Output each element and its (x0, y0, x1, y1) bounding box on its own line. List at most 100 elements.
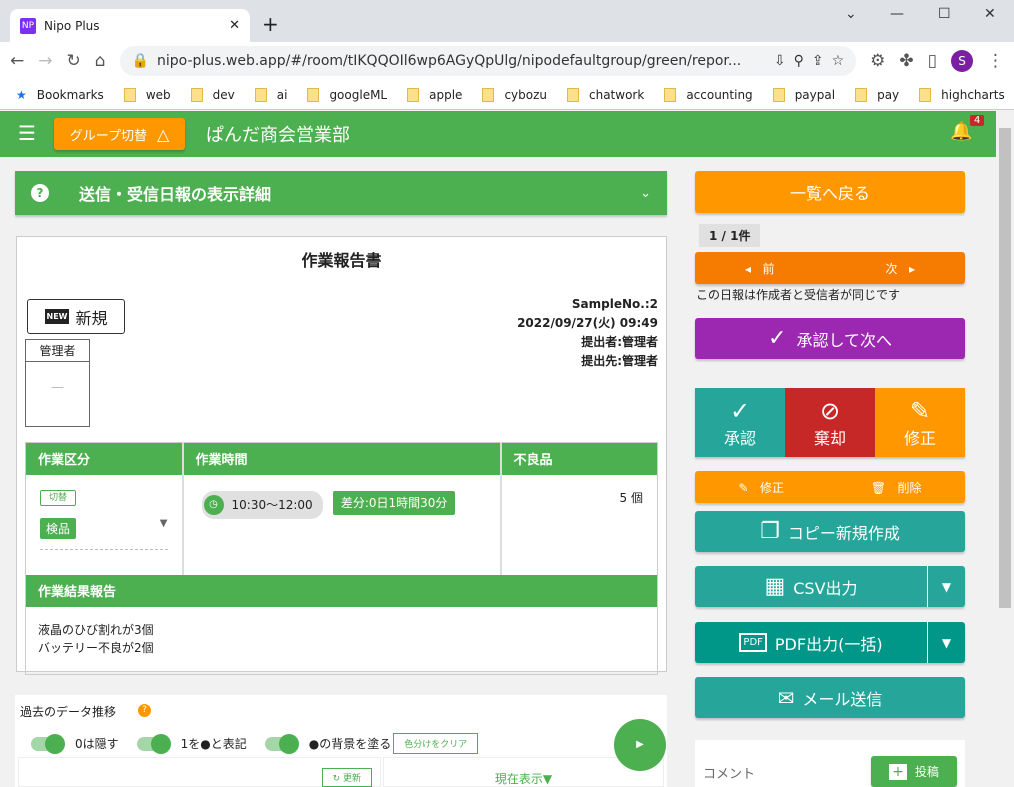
chevron-down-icon[interactable]: ⌄ (640, 186, 651, 201)
puzzle-icon[interactable]: ✤ (899, 51, 913, 71)
approver-stamp-box: 管理者 — (25, 339, 90, 427)
folder-icon (919, 87, 932, 102)
avatar[interactable]: S (951, 50, 973, 72)
csv-dropdown-button[interactable]: ▼ (927, 566, 965, 607)
copy-label: コピー新規作成 (787, 523, 900, 543)
reject-button[interactable]: ⊘ 棄却 (785, 388, 875, 457)
bookmark-item[interactable]: ★ Bookmarks (16, 88, 104, 102)
delete-label: 削除 (897, 480, 922, 495)
toggle-hide-zero[interactable] (31, 733, 65, 754)
minimize-icon[interactable]: — (890, 6, 904, 22)
bookmark-item[interactable]: highcharts (919, 87, 1005, 102)
post-comment-button[interactable]: + 投稿 (871, 756, 957, 787)
extension-gear-icon[interactable]: ⚙ (870, 51, 885, 71)
dropdown-arrow-icon: ▼ (159, 517, 168, 529)
bookmark-label: googleML (329, 87, 388, 102)
next-button[interactable]: 次 ▸ (886, 260, 915, 277)
check-icon: ✓ (768, 326, 787, 351)
time-range: 10:30～12:00 (231, 498, 313, 512)
triangle-icon: △ (156, 124, 170, 144)
pencil-icon: ✎ (738, 480, 749, 495)
approve-button[interactable]: ✓ 承認 (695, 388, 785, 457)
help-icon[interactable]: ? (138, 704, 151, 717)
bookmark-item[interactable]: accounting (664, 87, 753, 102)
bookmark-label: cybozu (504, 87, 547, 102)
help-icon[interactable]: ? (31, 184, 49, 202)
scrollbar-thumb[interactable] (999, 128, 1011, 608)
toggle-fill-bg[interactable] (264, 733, 299, 754)
prev-button[interactable]: ◂ 前 (745, 260, 774, 277)
switch-button[interactable]: 切替 (40, 489, 77, 506)
clear-colors-button[interactable]: 色分けをクリア (393, 733, 479, 754)
bookmark-item[interactable]: paypal (772, 87, 836, 102)
approve-next-button[interactable]: ✓ 承認して次へ (695, 318, 965, 359)
url-input[interactable]: 🔒 nipo-plus.web.app/#/room/tIKQQOIl6wp6A… (119, 46, 857, 76)
post-label: 投稿 (914, 765, 939, 779)
share-icon[interactable]: ⇪ (812, 53, 824, 69)
action-group: ✓ 承認 ⊘ 棄却 ✎ 修正 (695, 388, 965, 457)
reload-icon[interactable]: ↻ (67, 51, 81, 71)
back-to-list-button[interactable]: 一覧へ戻る (695, 171, 965, 213)
group-switch-button[interactable]: グループ切替 △ (54, 118, 185, 150)
star-icon[interactable]: ☆ (832, 53, 845, 69)
folder-icon (407, 87, 420, 102)
send-mail-button[interactable]: ✉ メール送信 (695, 677, 965, 718)
folder-icon (190, 87, 203, 102)
pencil-icon: ✎ (909, 396, 931, 425)
install-icon[interactable]: ⇩ (774, 53, 786, 69)
new-status-badge: NEW 新規 (27, 299, 125, 334)
history-title: 過去のデータ推移 (20, 705, 117, 719)
bookmark-item[interactable]: ai (254, 87, 288, 102)
defects-value: 5 個 (619, 490, 643, 505)
bookmark-item[interactable]: apple (407, 87, 462, 102)
hamburger-menu-icon[interactable]: ☰ (18, 121, 36, 145)
grid-icon: ▦ (764, 574, 786, 599)
delete-button[interactable]: 🗑 削除 (871, 479, 922, 496)
bookmark-item[interactable]: dev (190, 87, 235, 102)
bookmark-label: ai (276, 87, 288, 102)
folder-icon (307, 87, 320, 102)
bookmark-item[interactable]: googleML (307, 87, 388, 102)
home-icon[interactable]: ⌂ (95, 51, 106, 71)
report-datetime: 2022/09/27(火) 09:49 (517, 316, 658, 330)
prev-label: 前 (762, 261, 775, 276)
pdf-dropdown-button[interactable]: ▼ (927, 622, 965, 663)
close-tab-icon[interactable]: ✕ (229, 18, 240, 33)
approve-label: 承認 (723, 428, 756, 448)
bookmark-item[interactable]: cybozu (482, 87, 547, 102)
csv-export-button[interactable]: ▦ CSV出力 (695, 574, 927, 599)
new-tab-icon[interactable]: + (262, 12, 279, 36)
bookmark-item[interactable]: pay (855, 87, 899, 102)
next-fab-button[interactable]: ▶ (614, 719, 666, 771)
close-window-icon[interactable]: ✕ (984, 6, 996, 22)
section-header[interactable]: ? 送信・受信日報の表示詳細 ⌄ (15, 171, 667, 215)
browser-tab[interactable]: NP Nipo Plus ✕ (10, 9, 250, 42)
maximize-icon[interactable]: ☐ (938, 6, 951, 22)
pdf-export-button[interactable]: PDF PDF出力(一括) (695, 631, 927, 655)
revise-button[interactable]: ✎ 修正 (875, 388, 965, 457)
chevron-down-icon[interactable]: ⌄ (845, 6, 857, 22)
folder-icon (567, 87, 579, 102)
page-title: ぱんだ商会営業部 (206, 125, 350, 146)
copy-new-button[interactable]: ❐ コピー新規作成 (695, 511, 965, 552)
bookmark-item[interactable]: web (123, 87, 171, 102)
revise-label: 修正 (903, 428, 936, 448)
forward-icon[interactable]: → (38, 51, 52, 71)
time-cell: ◷ 10:30～12:00 差分:0日1時間30分 (182, 474, 502, 575)
comment-input[interactable]: コメント (703, 763, 755, 782)
bookmark-label: web (145, 87, 171, 102)
sidepanel-icon[interactable]: ▯ (928, 51, 937, 71)
bookmark-item[interactable]: chatwork (567, 87, 644, 102)
approver-label: 管理者 (26, 340, 89, 362)
back-icon[interactable]: ← (10, 51, 24, 71)
edit-button[interactable]: ✎ 修正 (738, 479, 784, 496)
menu-icon[interactable]: ⋮ (987, 51, 1004, 71)
zoom-icon[interactable]: ⚲ (794, 53, 804, 69)
refresh-button[interactable]: ↻ 更新 (321, 768, 372, 787)
result-header: 作業結果報告 (25, 574, 658, 607)
edit-label: 修正 (759, 480, 784, 495)
category-select[interactable]: 検品 ▼ (40, 517, 168, 550)
bookmark-label: paypal (794, 87, 836, 102)
report-title: 作業報告書 (301, 251, 382, 270)
toggle-dot-one[interactable] (136, 733, 171, 754)
